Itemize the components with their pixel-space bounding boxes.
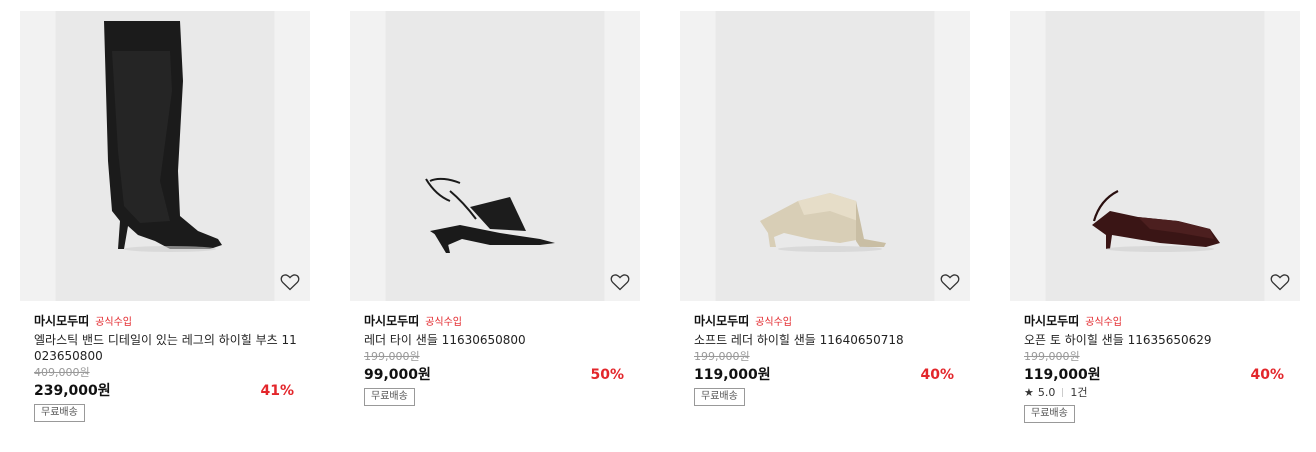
- product-card[interactable]: 마시모두띠 공식수입 엘라스틱 밴드 디테일이 있는 레그의 하이힐 부츠 11…: [20, 11, 310, 422]
- heart-icon[interactable]: [1270, 273, 1290, 291]
- product-image[interactable]: [20, 11, 310, 301]
- product-image[interactable]: [350, 11, 640, 301]
- free-shipping-badge: 무료배송: [364, 388, 415, 406]
- product-info: 마시모두띠 공식수입 소프트 레더 하이힐 샌들 11640650718 199…: [680, 312, 970, 406]
- sale-price: 119,000원: [1024, 367, 1101, 383]
- official-import-badge: 공식수입: [425, 316, 463, 328]
- rating: ★ 5.0 1건: [1024, 384, 1284, 400]
- divider: [1062, 387, 1064, 397]
- discount-rate: 41%: [260, 383, 294, 399]
- product-grid: 마시모두띠 공식수입 엘라스틱 밴드 디테일이 있는 레그의 하이힐 부츠 11…: [0, 0, 1316, 452]
- free-shipping-badge: 무료배송: [694, 388, 745, 406]
- product-image[interactable]: [680, 11, 970, 301]
- product-title[interactable]: 엘라스틱 밴드 디테일이 있는 레그의 하이힐 부츠 11023650800: [34, 332, 298, 364]
- official-import-badge: 공식수입: [755, 316, 793, 328]
- mule-sandal-image: [760, 193, 886, 252]
- original-price: 409,000원: [34, 366, 90, 379]
- heart-icon[interactable]: [940, 273, 960, 291]
- product-card[interactable]: 마시모두띠 공식수입 오픈 토 하이힐 샌들 11635650629 199,0…: [1010, 11, 1300, 423]
- discount-rate: 50%: [590, 367, 624, 383]
- product-title[interactable]: 오픈 토 하이힐 샌들 11635650629: [1024, 332, 1288, 348]
- slingback-sandal-image: [1092, 190, 1220, 252]
- tie-sandal-image: [425, 177, 555, 253]
- heart-icon[interactable]: [610, 273, 630, 291]
- brand-name[interactable]: 마시모두띠: [34, 312, 89, 329]
- sale-price: 99,000원: [364, 367, 431, 383]
- brand-name[interactable]: 마시모두띠: [694, 312, 749, 329]
- original-price: 199,000원: [364, 350, 420, 363]
- official-import-badge: 공식수입: [95, 316, 133, 328]
- review-count[interactable]: 1건: [1070, 384, 1087, 400]
- official-import-badge: 공식수입: [1085, 316, 1123, 328]
- product-info: 마시모두띠 공식수입 레더 타이 샌들 11630650800 199,000원…: [350, 312, 640, 406]
- sale-price: 119,000원: [694, 367, 771, 383]
- product-title[interactable]: 레더 타이 샌들 11630650800: [364, 332, 628, 348]
- rating-score: 5.0: [1037, 385, 1056, 399]
- free-shipping-badge: 무료배송: [1024, 405, 1075, 423]
- original-price: 199,000원: [1024, 350, 1080, 363]
- discount-rate: 40%: [920, 367, 954, 383]
- original-price: 199,000원: [694, 350, 750, 363]
- sale-price: 239,000원: [34, 383, 111, 399]
- product-card[interactable]: 마시모두띠 공식수입 레더 타이 샌들 11630650800 199,000원…: [350, 11, 640, 406]
- product-info: 마시모두띠 공식수입 엘라스틱 밴드 디테일이 있는 레그의 하이힐 부츠 11…: [20, 312, 310, 422]
- product-title[interactable]: 소프트 레더 하이힐 샌들 11640650718: [694, 332, 958, 348]
- star-icon: ★: [1024, 385, 1034, 399]
- boot-image: [104, 21, 222, 252]
- discount-rate: 40%: [1250, 367, 1284, 383]
- product-card[interactable]: 마시모두띠 공식수입 소프트 레더 하이힐 샌들 11640650718 199…: [680, 11, 970, 406]
- product-info: 마시모두띠 공식수입 오픈 토 하이힐 샌들 11635650629 199,0…: [1010, 312, 1300, 423]
- brand-name[interactable]: 마시모두띠: [364, 312, 419, 329]
- free-shipping-badge: 무료배송: [34, 404, 85, 422]
- brand-name[interactable]: 마시모두띠: [1024, 312, 1079, 329]
- heart-icon[interactable]: [280, 273, 300, 291]
- product-image[interactable]: [1010, 11, 1300, 301]
